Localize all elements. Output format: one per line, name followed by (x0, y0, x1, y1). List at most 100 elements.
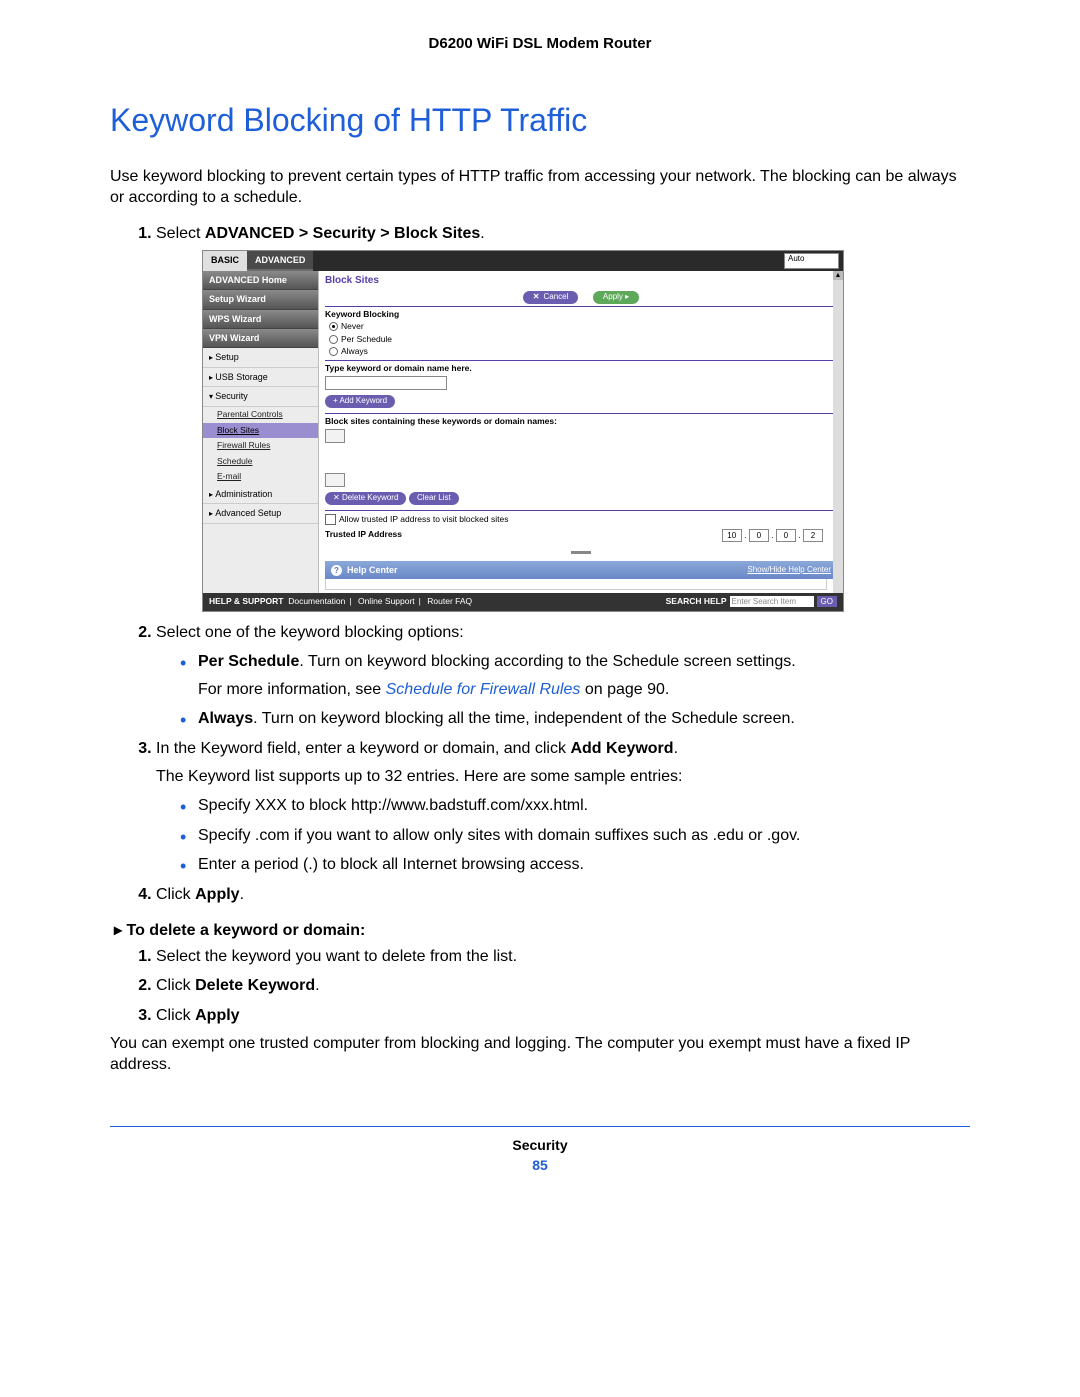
ip-octet-1[interactable]: 10 (722, 529, 742, 542)
resize-grip-icon[interactable]: ▬▬ (325, 545, 837, 559)
sidebar-wps-wizard[interactable]: WPS Wizard (203, 310, 318, 329)
radio-sched-label: Per Schedule (341, 334, 392, 344)
step1-pre: Select (156, 225, 205, 242)
radio-always[interactable]: Always (329, 346, 837, 357)
opt2-label: Always (198, 710, 253, 727)
opt1-label: Per Schedule (198, 653, 299, 670)
delete-step-1: Select the keyword you want to delete fr… (156, 946, 970, 968)
language-select[interactable]: Auto (784, 253, 839, 269)
trusted-ip-label: Trusted IP Address (325, 529, 402, 540)
search-input[interactable]: Enter Search Item (730, 596, 814, 607)
opt1-more-pre: For more information, see (198, 681, 386, 698)
apply-label: Apply (603, 292, 623, 301)
sidebar-firewall-rules[interactable]: Firewall Rules (203, 438, 318, 453)
close-icon: ✕ (333, 493, 340, 502)
router-faq-link[interactable]: Router FAQ (427, 596, 472, 606)
sidebar-administration[interactable]: Administration (203, 485, 318, 505)
ip-octet-4[interactable]: 2 (803, 529, 823, 542)
step3-sub: The Keyword list supports up to 32 entri… (156, 766, 970, 788)
radio-icon (329, 347, 338, 356)
allow-trusted-label: Allow trusted IP address to visit blocke… (339, 514, 508, 524)
ip-octet-2[interactable]: 0 (749, 529, 769, 542)
schedule-firewall-link[interactable]: Schedule for Firewall Rules (386, 681, 581, 698)
router-ui-screenshot: BASIC ADVANCED Auto ADVANCED Home Setup … (202, 250, 844, 611)
help-center-bar[interactable]: ? Help Center Show/Hide Help Center (325, 561, 837, 579)
option-per-schedule: Per Schedule. Turn on keyword blocking a… (180, 651, 970, 700)
sidebar-usb-storage[interactable]: USB Storage (203, 368, 318, 388)
keyword-blocking-label: Keyword Blocking (325, 309, 837, 320)
go-button[interactable]: GO (817, 596, 837, 607)
sample-1: Specify XXX to block http://www.badstuff… (180, 795, 970, 817)
keyword-input[interactable] (325, 376, 447, 390)
page-title: Keyword Blocking of HTTP Traffic (110, 102, 970, 139)
scrollbar[interactable]: ▲ (833, 271, 843, 593)
tab-advanced[interactable]: ADVANCED (247, 251, 313, 271)
content-panel: ▲ Block Sites ✕Cancel Apply ▸ Keyword Bl… (318, 271, 843, 593)
add-keyword-button[interactable]: + Add Keyword (325, 395, 395, 408)
cancel-label: Cancel (544, 292, 569, 301)
d2-post: . (315, 977, 319, 994)
keyword-list-select[interactable] (325, 429, 345, 443)
clear-list-button[interactable]: Clear List (409, 492, 459, 505)
sidebar-block-sites[interactable]: Block Sites (203, 423, 318, 438)
option-always: Always. Turn on keyword blocking all the… (180, 708, 970, 730)
radio-never-label: Never (341, 321, 364, 331)
radio-always-label: Always (341, 346, 368, 356)
top-tab-bar: BASIC ADVANCED Auto (203, 251, 843, 271)
footer-bar: HELP & SUPPORT Documentation| Online Sup… (203, 593, 843, 610)
step4-bold: Apply (195, 886, 239, 903)
exempt-paragraph: You can exempt one trusted computer from… (110, 1034, 970, 1076)
step-2: Select one of the keyword blocking optio… (156, 622, 970, 730)
chevron-right-icon: ▸ (625, 292, 629, 301)
delete-procedure-heading: To delete a keyword or domain: (114, 920, 970, 940)
cancel-button[interactable]: ✕ Cancel (523, 291, 579, 304)
apply-button[interactable]: Apply ▸ (593, 291, 639, 304)
footer-section-label: Security (110, 1137, 970, 1153)
allow-trusted-row: Allow trusted IP address to visit blocke… (325, 514, 837, 525)
radio-never[interactable]: Never (329, 321, 837, 332)
help-center-label: Help Center (347, 564, 398, 576)
delete-keyword-label: Delete Keyword (342, 493, 398, 502)
d2-bold: Delete Keyword (195, 977, 315, 994)
sidebar-setup[interactable]: Setup (203, 348, 318, 368)
block-list-label: Block sites containing these keywords or… (325, 416, 837, 427)
step3-post: . (674, 740, 678, 757)
close-icon: ✕ (533, 292, 540, 301)
intro-paragraph: Use keyword blocking to prevent certain … (110, 167, 970, 209)
delete-step-3: Click Apply (156, 1005, 970, 1027)
delete-keyword-button[interactable]: ✕ Delete Keyword (325, 492, 406, 505)
step2-text: Select one of the keyword blocking optio… (156, 624, 464, 641)
sidebar: ADVANCED Home Setup Wizard WPS Wizard VP… (203, 271, 318, 593)
footer-rule (110, 1126, 970, 1127)
sample-2: Specify .com if you want to allow only s… (180, 825, 970, 847)
search-help-label: SEARCH HELP (666, 596, 727, 607)
keyword-list-select-bottom[interactable] (325, 473, 345, 487)
step1-post: . (480, 225, 484, 242)
sidebar-advanced-home[interactable]: ADVANCED Home (203, 271, 318, 290)
doc-header: D6200 WiFi DSL Modem Router (110, 35, 970, 52)
sidebar-setup-wizard[interactable]: Setup Wizard (203, 290, 318, 309)
sidebar-vpn-wizard[interactable]: VPN Wizard (203, 329, 318, 348)
help-icon: ? (331, 565, 342, 576)
scroll-up-icon[interactable]: ▲ (833, 271, 843, 280)
d3-bold: Apply (195, 1007, 239, 1024)
d2-pre: Click (156, 977, 195, 994)
sidebar-schedule[interactable]: Schedule (203, 454, 318, 469)
sidebar-security[interactable]: Security (203, 387, 318, 407)
step4-post: . (240, 886, 244, 903)
sidebar-advanced-setup[interactable]: Advanced Setup (203, 504, 318, 524)
documentation-link[interactable]: Documentation (288, 596, 345, 606)
step-4: Click Apply. (156, 884, 970, 906)
sidebar-email[interactable]: E-mail (203, 469, 318, 484)
help-panel-collapsed (325, 579, 827, 590)
step3-pre: In the Keyword field, enter a keyword or… (156, 740, 570, 757)
opt2-text: . Turn on keyword blocking all the time,… (253, 710, 795, 727)
step3-bold: Add Keyword (570, 740, 673, 757)
tab-basic[interactable]: BASIC (203, 251, 247, 271)
online-support-link[interactable]: Online Support (358, 596, 415, 606)
allow-trusted-checkbox[interactable] (325, 514, 336, 525)
sidebar-parental-controls[interactable]: Parental Controls (203, 407, 318, 422)
help-toggle-link[interactable]: Show/Hide Help Center (747, 565, 831, 576)
radio-per-schedule[interactable]: Per Schedule (329, 334, 837, 345)
ip-octet-3[interactable]: 0 (776, 529, 796, 542)
